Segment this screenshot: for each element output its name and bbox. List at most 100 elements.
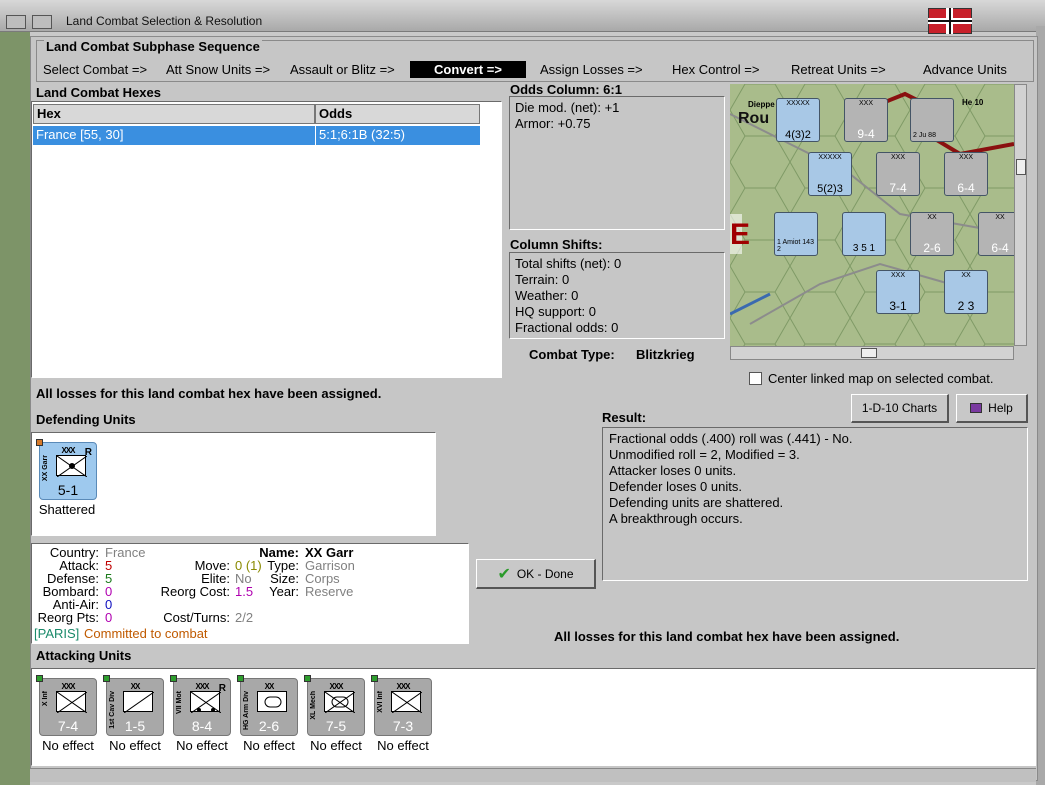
attacking-unit-1st-cav-div[interactable]: XX 1st Cav Div 1-5 (103, 675, 164, 736)
armor-symbol-icon (257, 691, 287, 712)
unit-info-right-values: XX Garr Garrison Corps Reserve (305, 546, 355, 598)
year-label: Year: (269, 584, 299, 599)
unit-info-right-labels: Name: Type: Size: Year: (255, 546, 299, 598)
ok-done-button[interactable]: ✔ OK - Done (476, 559, 596, 589)
hexes-title: Land Combat Hexes (36, 85, 161, 100)
title-bar[interactable]: Land Combat Selection & Resolution (0, 0, 1045, 32)
step-assault-or-blitz[interactable]: Assault or Blitz => (290, 62, 395, 77)
defending-title: Defending Units (36, 412, 136, 427)
map-horizontal-scrollbar[interactable] (730, 346, 1014, 360)
defending-unit-effect: Shattered (38, 502, 96, 517)
book-icon (970, 403, 983, 413)
unit-status-marker (304, 675, 311, 682)
map-counter-1-inf[interactable]: 9-4 XXX (844, 98, 888, 142)
attacking-unit-effect: No effect (176, 738, 228, 753)
attacking-unit-x-inf[interactable]: XXX X Inf 7-4 (36, 675, 97, 736)
step-retreat-units[interactable]: Retreat Units => (791, 62, 886, 77)
map-counter-billotte[interactable]: 5(2)3 XXXXX (808, 152, 852, 196)
unit-size: XX (130, 682, 141, 691)
map-counter-xi-inf[interactable]: 3-1 XXX (876, 270, 920, 314)
unit-info-mid-labels: Move: Elite: Reorg Cost: Cost/Turns: (150, 559, 230, 624)
unit-status-marker (237, 675, 244, 682)
unit-status: Committed to combat (84, 626, 208, 641)
losses-message-bottom: All losses for this land combat hex have… (554, 629, 900, 644)
map-counter-1-inf-size: XXX (858, 100, 873, 107)
map-counter-1st-arm-div-size: XX (927, 214, 937, 221)
map-counter-georges[interactable]: 4(3)2 XXXXX (776, 98, 820, 142)
help-button[interactable]: Help (956, 394, 1028, 423)
result-title: Result: (602, 410, 647, 425)
result-line-4: Defender loses 0 units. (609, 479, 742, 494)
map-counter-xxi-mot[interactable]: 6-4 XXX (944, 152, 988, 196)
reorg-cost-label: Reorg Cost: (160, 584, 230, 599)
map-counter-xi-inf-strength: 3-1 (889, 299, 907, 313)
map-counter-po[interactable]: 3 5 1 (842, 212, 886, 256)
map-counter-amiot[interactable]: 1 Amiot 143 2 (774, 212, 818, 256)
map-counter-4-air[interactable]: 2 3 XX (944, 270, 988, 314)
map-horizontal-scroll-thumb[interactable] (861, 348, 877, 358)
unit-status-marker (371, 675, 378, 682)
map-counter-xxi-mot-strength: 6-4 (957, 181, 975, 195)
column-header-odds[interactable]: Odds (315, 104, 480, 124)
map-counter-edge-strength: 6-4 (991, 241, 1009, 255)
map-vertical-scroll-thumb[interactable] (1016, 159, 1026, 175)
step-convert-active[interactable]: Convert => (410, 61, 526, 78)
reorg-pts-value: 0 (105, 610, 113, 625)
attacking-unit-xvi-inf[interactable]: XXX XVI Inf 7-3 (371, 675, 432, 736)
attacking-unit-hg-arm-div[interactable]: XX HG Arm Div 2-6 (237, 675, 298, 736)
defending-unit-xx-garr[interactable]: XXX R XX Garr 5-1 (36, 439, 97, 500)
map-counter-ju-88[interactable]: 2 Ju 88 (910, 98, 954, 142)
unit-name: XL Mech (310, 691, 317, 720)
infantry-symbol-icon (56, 691, 88, 714)
mini-map[interactable]: Dieppe Rou E 4(3)2 XXXXX 9-4 XXX 2 Ju 88 H… (730, 84, 1014, 346)
checkmark-icon: ✔ (497, 565, 511, 583)
map-vertical-scrollbar[interactable] (1014, 84, 1027, 346)
help-button-label: Help (988, 401, 1013, 415)
year-value: Reserve (305, 584, 354, 599)
step-hex-control[interactable]: Hex Control => (672, 62, 759, 77)
status-strip (30, 768, 1036, 782)
map-label-he-10: He 10 (962, 98, 984, 107)
unit-size: XXX (61, 682, 75, 691)
step-assign-losses[interactable]: Assign Losses => (540, 62, 643, 77)
reorg-pts-label: Reorg Pts: (37, 610, 99, 625)
attacking-unit-effect: No effect (243, 738, 295, 753)
sequence-title: Land Combat Subphase Sequence (44, 39, 262, 54)
column-header-hex[interactable]: Hex (33, 104, 315, 124)
total-shifts-text: Total shifts (net): 0 (515, 256, 622, 271)
map-counter-edge[interactable]: 6-4 XX (978, 212, 1014, 256)
unit-name: X Inf (42, 691, 49, 707)
step-select-combat[interactable]: Select Combat => (43, 62, 147, 77)
attacking-unit-effect: No effect (42, 738, 94, 753)
charts-button[interactable]: 1-D-10 Charts (851, 394, 949, 423)
motorized-symbol-icon (190, 691, 222, 714)
hex-row-cell-odds[interactable]: 5:1;6:1B (32:5) (315, 126, 480, 145)
attacking-unit-xl-mech[interactable]: XXX XL Mech 7-5 (304, 675, 365, 736)
map-counter-xv[interactable]: 7-4 XXX (876, 152, 920, 196)
map-counter-billotte-size: XXXXX (818, 154, 842, 161)
map-counter-1st-arm-div[interactable]: 2-6 XX (910, 212, 954, 256)
window-minimize-button[interactable] (32, 15, 52, 29)
fractional-odds-text: Fractional odds: 0 (515, 320, 619, 335)
map-counter-xv-strength: 7-4 (889, 181, 907, 195)
result-line-6: A breakthrough occurs. (609, 511, 743, 526)
step-att-snow-units[interactable]: Att Snow Units => (166, 62, 270, 77)
left-map-strip (0, 32, 30, 785)
combat-type-label: Combat Type: (529, 347, 615, 362)
center-map-checkbox[interactable] (749, 372, 762, 385)
attacking-unit-effect: No effect (377, 738, 429, 753)
unit-strength: 7-4 (57, 718, 79, 734)
map-counter-4-air-strength: 2 3 (957, 299, 975, 313)
odds-column-title: Odds Column: 6:1 (510, 82, 622, 97)
ok-done-label: OK - Done (516, 566, 574, 581)
unit-status-marker (170, 675, 177, 682)
unit-strength: 8-4 (191, 718, 213, 734)
attacking-unit-vii-mot[interactable]: XXX R VII Mot 8-4 (170, 675, 231, 736)
result-line-3: Attacker loses 0 units. (609, 463, 737, 478)
map-label-rouen: Rou (738, 110, 770, 127)
hex-row-cell-hex[interactable]: France [55, 30] (33, 126, 315, 145)
cost-turns-value: 2/2 (235, 610, 254, 625)
window-menu-button[interactable] (6, 15, 26, 29)
step-advance-units[interactable]: Advance Units (923, 62, 1007, 77)
hq-support-text: HQ support: 0 (515, 304, 596, 319)
